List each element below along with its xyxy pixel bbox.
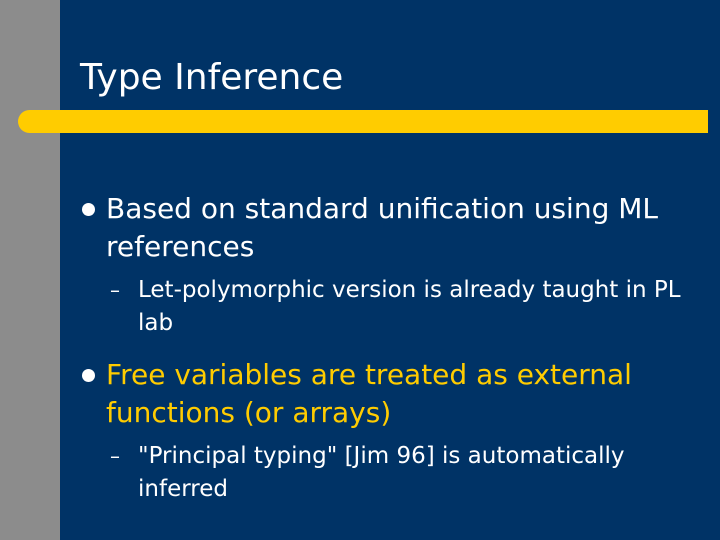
title-underline-bar	[18, 110, 708, 133]
slide-content: Based on standard unification using ML r…	[80, 190, 700, 506]
dash-icon: –	[110, 444, 120, 468]
bullet-dot-icon	[82, 203, 95, 216]
bullet-text: Based on standard unification using ML r…	[106, 192, 659, 263]
bullet-text: Free variables are treated as external f…	[106, 358, 632, 429]
sub-bullet-text: Let-polymorphic version is already taugh…	[138, 277, 681, 336]
slide-title: Type Inference	[80, 57, 344, 98]
bullet-dot-icon	[82, 369, 95, 382]
sub-bullet-item: – "Principal typing" [Jim 96] is automat…	[80, 440, 700, 506]
slide: Type Inference Based on standard unifica…	[0, 0, 720, 540]
bullet-item-highlighted: Free variables are treated as external f…	[80, 356, 700, 432]
dash-icon: –	[110, 278, 120, 302]
left-stripe	[0, 0, 60, 540]
sub-bullet-text: "Principal typing" [Jim 96] is automatic…	[138, 443, 625, 502]
sub-bullet-item: – Let-polymorphic version is already tau…	[80, 274, 700, 340]
bullet-item: Based on standard unification using ML r…	[80, 190, 700, 266]
